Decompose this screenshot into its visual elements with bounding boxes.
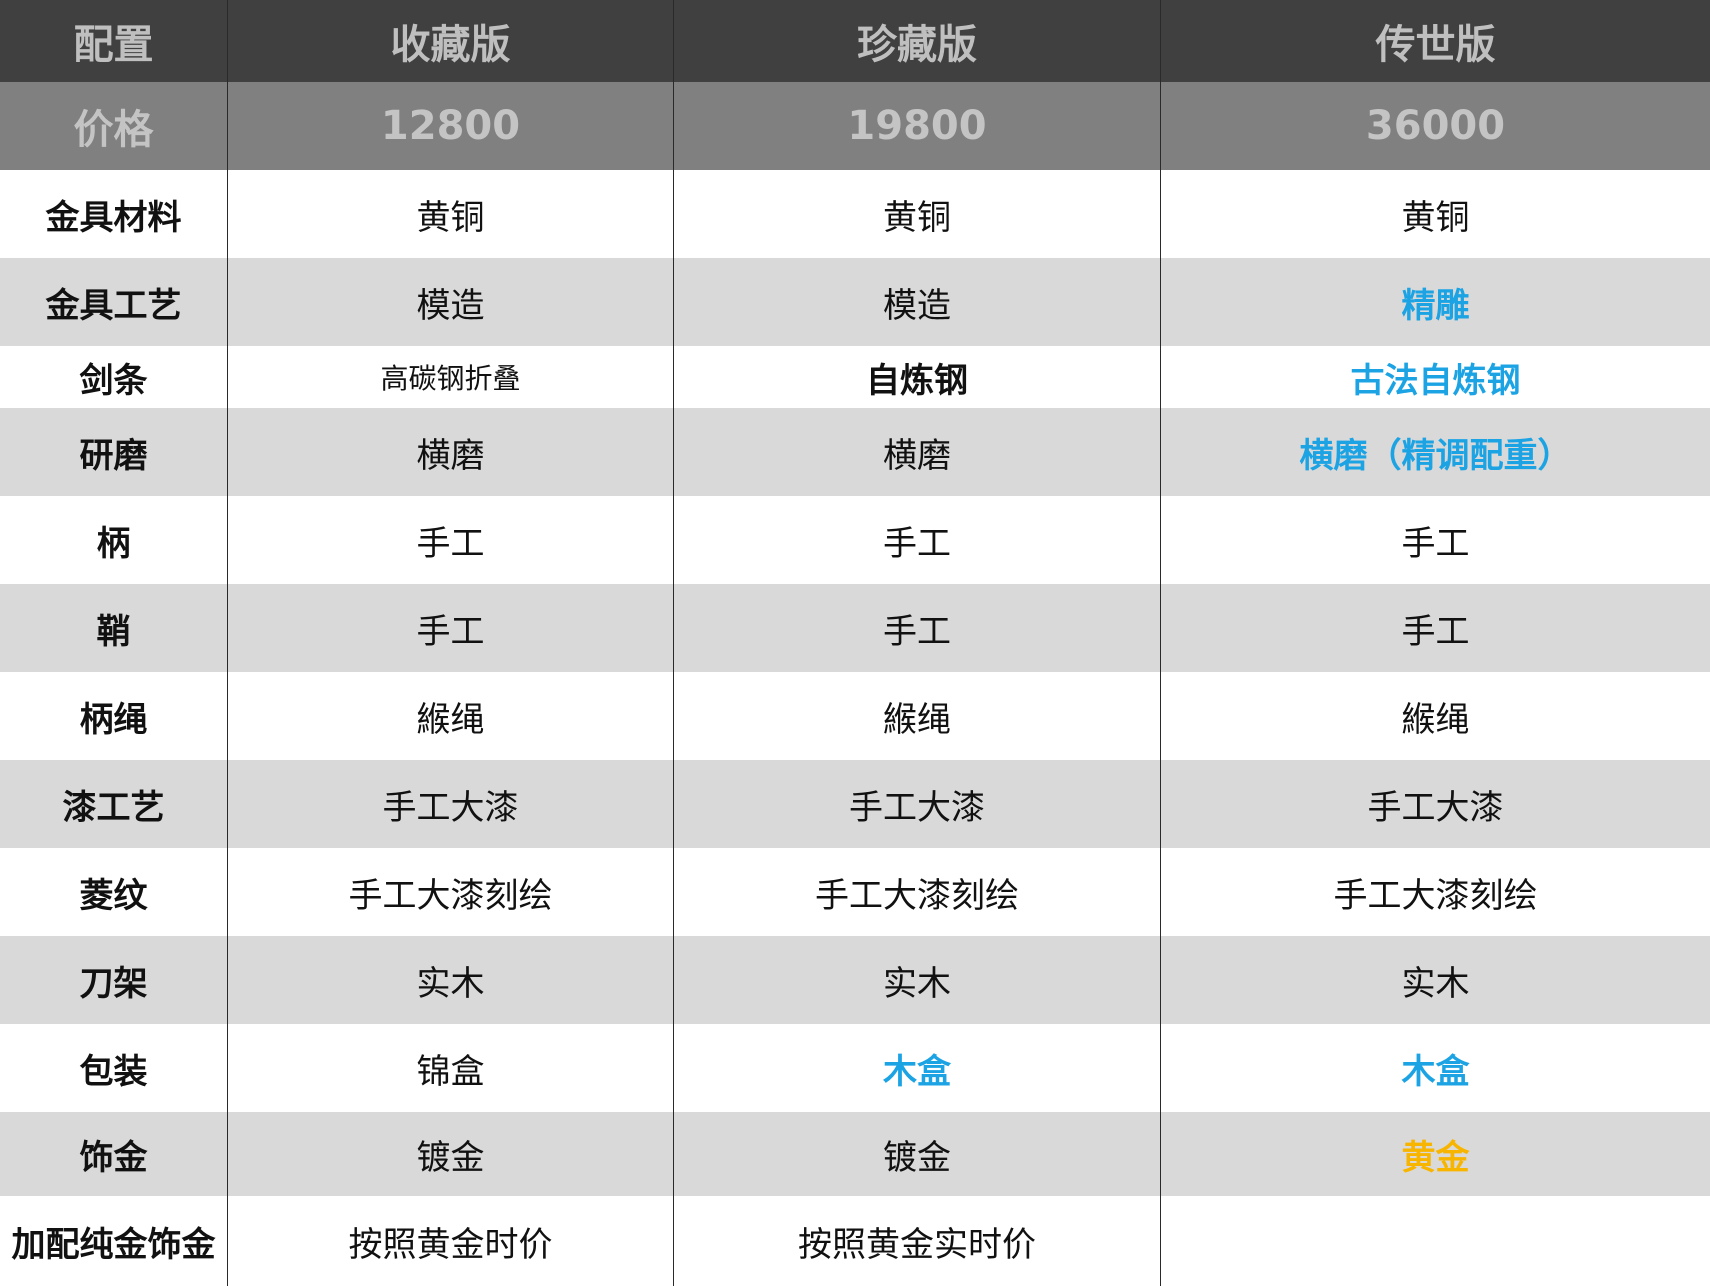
row-label: 漆工艺	[0, 760, 227, 848]
header-heritage-edition: 传世版	[1160, 0, 1710, 82]
table-cell: 手工	[227, 584, 673, 672]
table-cell-gold: 黄金	[1160, 1112, 1710, 1196]
table-cell: 緱绳	[673, 672, 1160, 760]
table-cell: 緱绳	[1160, 672, 1710, 760]
table-cell: 手工大漆	[1160, 760, 1710, 848]
table-cell-highlight: 古法自炼钢	[1160, 346, 1710, 408]
row-label: 柄绳	[0, 672, 227, 760]
table-cell: 高碳钢折叠	[227, 346, 673, 408]
table-cell: 锦盒	[227, 1024, 673, 1112]
table-cell-highlight: 精雕	[1160, 258, 1710, 346]
price-heritage: 36000	[1160, 82, 1710, 170]
table-cell: 横磨	[673, 408, 1160, 496]
table-cell: 手工	[1160, 584, 1710, 672]
table-cell: 模造	[227, 258, 673, 346]
row-label: 刀架	[0, 936, 227, 1024]
table-cell: 实木	[1160, 936, 1710, 1024]
header-collection-edition: 收藏版	[227, 0, 673, 82]
row-label: 包装	[0, 1024, 227, 1112]
row-label: 饰金	[0, 1112, 227, 1196]
table-cell: 手工	[673, 584, 1160, 672]
row-label: 菱纹	[0, 848, 227, 936]
table-cell: 按照黄金实时价	[673, 1196, 1160, 1286]
price-label: 价格	[0, 82, 227, 170]
table-cell: 黄铜	[673, 170, 1160, 258]
table-cell-highlight: 木盒	[673, 1024, 1160, 1112]
table-cell: 手工大漆	[227, 760, 673, 848]
table-cell: 手工	[1160, 496, 1710, 584]
table-cell: 横磨	[227, 408, 673, 496]
table-cell: 模造	[673, 258, 1160, 346]
row-label: 加配纯金饰金	[0, 1196, 227, 1286]
price-collection: 12800	[227, 82, 673, 170]
table-cell-empty	[1160, 1196, 1710, 1286]
table-cell: 手工大漆刻绘	[673, 848, 1160, 936]
header-config: 配置	[0, 0, 227, 82]
row-label: 金具工艺	[0, 258, 227, 346]
table-cell: 手工大漆	[673, 760, 1160, 848]
row-label: 金具材料	[0, 170, 227, 258]
row-label: 研磨	[0, 408, 227, 496]
table-cell: 手工大漆刻绘	[227, 848, 673, 936]
row-label: 剑条	[0, 346, 227, 408]
table-cell: 手工大漆刻绘	[1160, 848, 1710, 936]
price-treasure: 19800	[673, 82, 1160, 170]
table-cell: 手工	[227, 496, 673, 584]
table-cell-bold: 自炼钢	[673, 346, 1160, 408]
table-cell: 黄铜	[227, 170, 673, 258]
comparison-table: 配置 收藏版 珍藏版 传世版 价格 12800 19800 36000 金具材料…	[0, 0, 1710, 1286]
table-cell-highlight: 横磨（精调配重）	[1160, 408, 1710, 496]
table-cell: 实木	[227, 936, 673, 1024]
table-cell: 按照黄金时价	[227, 1196, 673, 1286]
table-cell: 黄铜	[1160, 170, 1710, 258]
table-cell: 实木	[673, 936, 1160, 1024]
row-label: 鞘	[0, 584, 227, 672]
table-cell-highlight: 木盒	[1160, 1024, 1710, 1112]
table-cell: 手工	[673, 496, 1160, 584]
table-cell: 镀金	[673, 1112, 1160, 1196]
header-treasure-edition: 珍藏版	[673, 0, 1160, 82]
table-cell: 镀金	[227, 1112, 673, 1196]
table-cell: 緱绳	[227, 672, 673, 760]
row-label: 柄	[0, 496, 227, 584]
